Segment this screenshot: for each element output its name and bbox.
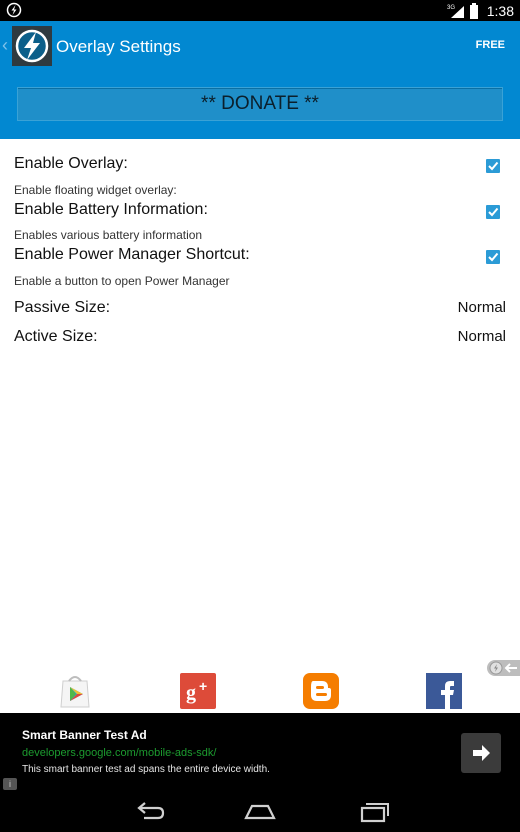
setting-enable-overlay[interactable]: Enable Overlay: — [14, 155, 128, 173]
action-bar: ‹ Overlay Settings FREE — [0, 21, 520, 73]
chevron-left-icon[interactable]: ‹ — [2, 35, 8, 56]
active-size-value[interactable]: Normal — [458, 328, 506, 345]
setting-summary: Enables various battery information — [14, 228, 203, 242]
home-nav-icon[interactable] — [240, 797, 280, 827]
svg-text:+: + — [199, 678, 207, 694]
page-title: Overlay Settings — [56, 37, 181, 56]
setting-passive-size[interactable]: Passive Size: — [14, 299, 110, 317]
passive-size-value[interactable]: Normal — [458, 299, 506, 316]
ad-title: Smart Banner Test Ad — [22, 728, 147, 742]
network-label: 3G — [447, 5, 455, 11]
setting-title: Enable Battery Information: — [14, 201, 208, 218]
setting-active-size[interactable]: Active Size: — [14, 328, 98, 346]
checkbox-enable-battery-info[interactable] — [486, 205, 500, 219]
overlay-handle[interactable] — [487, 660, 520, 676]
back-nav-icon[interactable] — [130, 797, 170, 827]
setting-enable-battery-info[interactable]: Enable Battery Information: — [14, 201, 208, 219]
status-time: 1:38 — [486, 2, 514, 19]
lightning-bolt-icon[interactable] — [12, 26, 52, 66]
svg-text:g: g — [186, 682, 196, 704]
arrow-right-icon — [473, 745, 490, 761]
status-bar: 3G 1:38 — [0, 0, 520, 21]
setting-enable-power-manager[interactable]: Enable Power Manager Shortcut: — [14, 246, 250, 264]
battery-icon — [469, 2, 478, 19]
facebook-icon[interactable] — [426, 673, 462, 709]
setting-title: Enable Overlay: — [14, 155, 128, 172]
play-store-icon[interactable] — [57, 673, 93, 709]
setting-summary: Enable floating widget overlay: — [14, 183, 177, 197]
setting-title: Passive Size: — [14, 299, 111, 316]
blogger-icon[interactable] — [303, 673, 339, 709]
ad-arrow-button[interactable] — [461, 733, 501, 773]
navigation-bar — [0, 792, 520, 832]
google-plus-icon[interactable]: g + — [180, 673, 216, 709]
header: ‹ Overlay Settings FREE ** DONATE ** — [0, 21, 520, 139]
setting-summary: Enable a button to open Power Manager — [14, 274, 230, 288]
ad-description: This smart banner test ad spans the enti… — [22, 764, 270, 775]
checkmark-icon — [488, 161, 499, 171]
checkbox-enable-power-manager[interactable] — [486, 250, 500, 264]
checkmark-icon — [488, 207, 499, 217]
donate-button[interactable]: ** DONATE ** — [17, 87, 503, 121]
setting-title: Active Size: — [14, 328, 98, 345]
ad-banner[interactable]: Smart Banner Test Ad developers.google.c… — [0, 713, 520, 792]
recents-nav-icon[interactable] — [352, 797, 392, 827]
checkbox-enable-overlay[interactable] — [486, 159, 500, 173]
free-badge: FREE — [475, 39, 505, 51]
ad-url[interactable]: developers.google.com/mobile-ads-sdk/ — [22, 747, 216, 759]
arrow-left-icon — [489, 661, 517, 675]
app-notification-icon — [6, 2, 22, 18]
setting-title: Enable Power Manager Shortcut: — [14, 246, 250, 263]
signal-icon: 3G — [447, 5, 464, 18]
ad-info-icon[interactable]: i — [3, 778, 17, 790]
checkmark-icon — [488, 252, 499, 262]
